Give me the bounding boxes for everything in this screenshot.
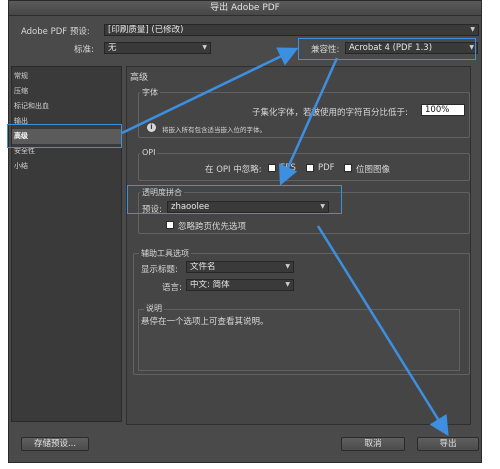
annotation-arrows <box>121 47 449 437</box>
arrow-flattener-to-export <box>316 225 449 437</box>
arrow-advanced-to-compat <box>121 47 299 135</box>
arrow-compat-to-flattener <box>278 57 339 186</box>
